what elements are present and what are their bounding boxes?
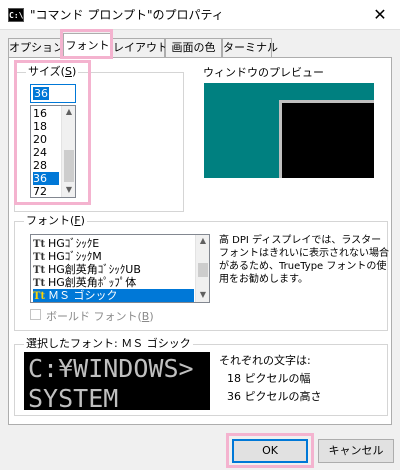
scroll-down-icon[interactable]: ▼ <box>196 289 209 301</box>
scroll-down-icon[interactable]: ▼ <box>62 184 75 196</box>
font-description: 高 DPI ディスプレイでは、ラスター フォントはきれいに表示されない場合 があ… <box>219 235 389 285</box>
size-list-item[interactable]: 16 <box>33 107 47 120</box>
preview-console <box>279 100 374 178</box>
size-input[interactable]: 36 <box>30 84 76 103</box>
tab-font[interactable]: フォント <box>63 33 112 59</box>
bold-font-checkbox[interactable] <box>30 309 41 320</box>
size-list[interactable]: 16 18 20 24 28 36 72 ▲ ▼ <box>30 105 76 198</box>
font-tab-panel: サイズ(S) 36 16 18 20 24 28 36 72 ▲ ▼ ウィンドウ… <box>8 57 392 425</box>
font-list-scrollbar[interactable]: ▲ ▼ <box>195 235 209 302</box>
title-bar: C:\ "コマンド プロンプト"のプロパティ ✕ <box>0 0 400 30</box>
tab-screen-colors[interactable]: 画面の色 <box>165 38 222 58</box>
font-list-item[interactable]: Tt HGｺﾞｼｯｸE <box>33 237 99 250</box>
size-list-item[interactable]: 28 <box>33 159 47 172</box>
char-width: 18 ピクセルの幅 <box>227 372 311 385</box>
tab-options[interactable]: オプション <box>8 38 64 58</box>
font-legend: フォント(F) <box>24 214 87 227</box>
preview-label: ウィンドウのプレビュー <box>203 66 324 79</box>
scroll-thumb[interactable] <box>198 263 208 277</box>
window-title: "コマンド プロンプト"のプロパティ <box>30 8 224 22</box>
ok-button[interactable]: OK <box>232 439 308 463</box>
size-list-item[interactable]: 18 <box>33 120 47 133</box>
char-size-title: それぞれの文字は: <box>219 354 311 367</box>
tab-layout[interactable]: レイアウト <box>112 38 168 58</box>
font-list-item[interactable]: Tt HGｺﾞｼｯｸM <box>33 250 102 263</box>
scroll-thumb[interactable] <box>64 150 74 182</box>
bold-font-label: ボールド フォント(B) <box>46 310 154 323</box>
font-list-item[interactable]: Tt HG創英角ｺﾞｼｯｸUB <box>33 263 141 276</box>
window-preview <box>204 83 374 178</box>
char-height: 36 ピクセルの高さ <box>227 390 322 403</box>
size-legend: サイズ(S) <box>26 65 79 78</box>
size-input-value: 36 <box>33 87 49 100</box>
size-list-item-selected[interactable]: 36 <box>33 172 59 185</box>
size-list-item[interactable]: 72 <box>33 185 47 197</box>
selected-font-legend: 選択したフォント: ＭＳ ゴシック <box>24 337 193 350</box>
font-list-item[interactable]: Tt HG創英角ﾎﾟｯﾌﾟ体 <box>33 276 136 289</box>
scroll-up-icon[interactable]: ▲ <box>62 106 75 118</box>
cancel-button[interactable]: キャンセル <box>318 439 394 463</box>
size-list-scrollbar[interactable]: ▲ ▼ <box>61 106 75 197</box>
size-list-item[interactable]: 24 <box>33 146 47 159</box>
close-icon[interactable]: ✕ <box>368 4 392 26</box>
font-list[interactable]: Tt HGｺﾞｼｯｸE Tt HGｺﾞｼｯｸM Tt HG創英角ｺﾞｼｯｸUB Tt H… <box>30 234 210 303</box>
font-list-item-selected[interactable]: Tt ＭＳ ゴシック <box>33 289 194 302</box>
font-sample-preview: C:¥WINDOWS> SYSTEM <box>24 352 210 410</box>
truetype-icon: Tt <box>33 291 46 302</box>
cmd-app-icon: C:\ <box>8 8 24 22</box>
tab-terminal[interactable]: ターミナル <box>222 38 278 58</box>
size-list-item[interactable]: 20 <box>33 133 47 146</box>
scroll-up-icon[interactable]: ▲ <box>196 235 209 247</box>
